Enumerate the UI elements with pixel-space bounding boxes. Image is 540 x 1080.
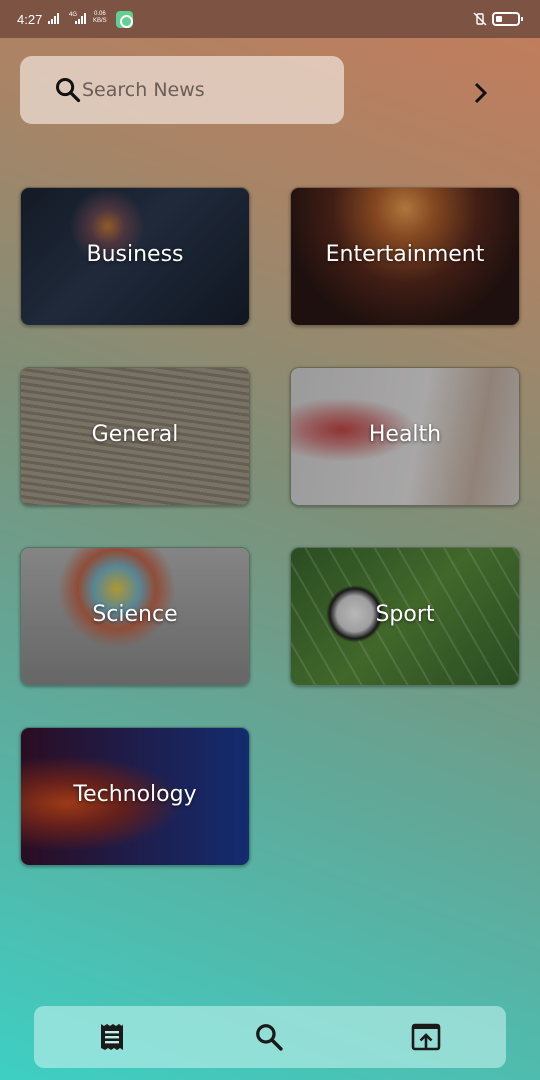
open-in-icon [411,1023,441,1051]
status-time: 4:27 [17,12,43,27]
category-technology[interactable]: Technology [20,727,250,866]
signal-icon-2 [75,13,86,24]
category-science[interactable]: Science [20,547,250,686]
news-icon [101,1024,123,1050]
category-label: Science [92,602,178,627]
search-go-button[interactable] [464,76,498,110]
category-label: Technology [73,782,197,807]
category-label: Business [86,242,184,267]
bottom-nav [34,1006,506,1068]
network-speed-unit: KB/S [93,18,107,24]
nav-news-button[interactable] [95,1020,129,1054]
category-label: Sport [375,602,435,627]
chevron-right-icon [474,82,488,104]
category-general[interactable]: General [20,367,250,506]
vibrate-off-icon [473,12,487,26]
search-input[interactable] [82,76,322,104]
search-box[interactable] [20,56,344,124]
category-business[interactable]: Business [20,187,250,326]
network-speed: 0.06 KB/S [93,11,107,25]
category-label: Health [368,422,442,447]
category-sport[interactable]: Sport [290,547,520,686]
search-icon [55,77,81,103]
category-label: General [91,422,179,447]
signal-icon [48,13,59,24]
battery-icon [492,12,523,26]
app-notification-icon [116,11,133,28]
category-entertainment[interactable]: Entertainment [290,187,520,326]
search-icon [256,1024,283,1051]
nav-search-button[interactable] [252,1020,286,1054]
category-health[interactable]: Health [290,367,520,506]
category-label: Entertainment [325,242,485,267]
status-bar: 4:27 4G 0.06 KB/S [0,0,540,38]
nav-open-button[interactable] [409,1020,443,1054]
network-speed-value: 0.06 [94,11,106,17]
